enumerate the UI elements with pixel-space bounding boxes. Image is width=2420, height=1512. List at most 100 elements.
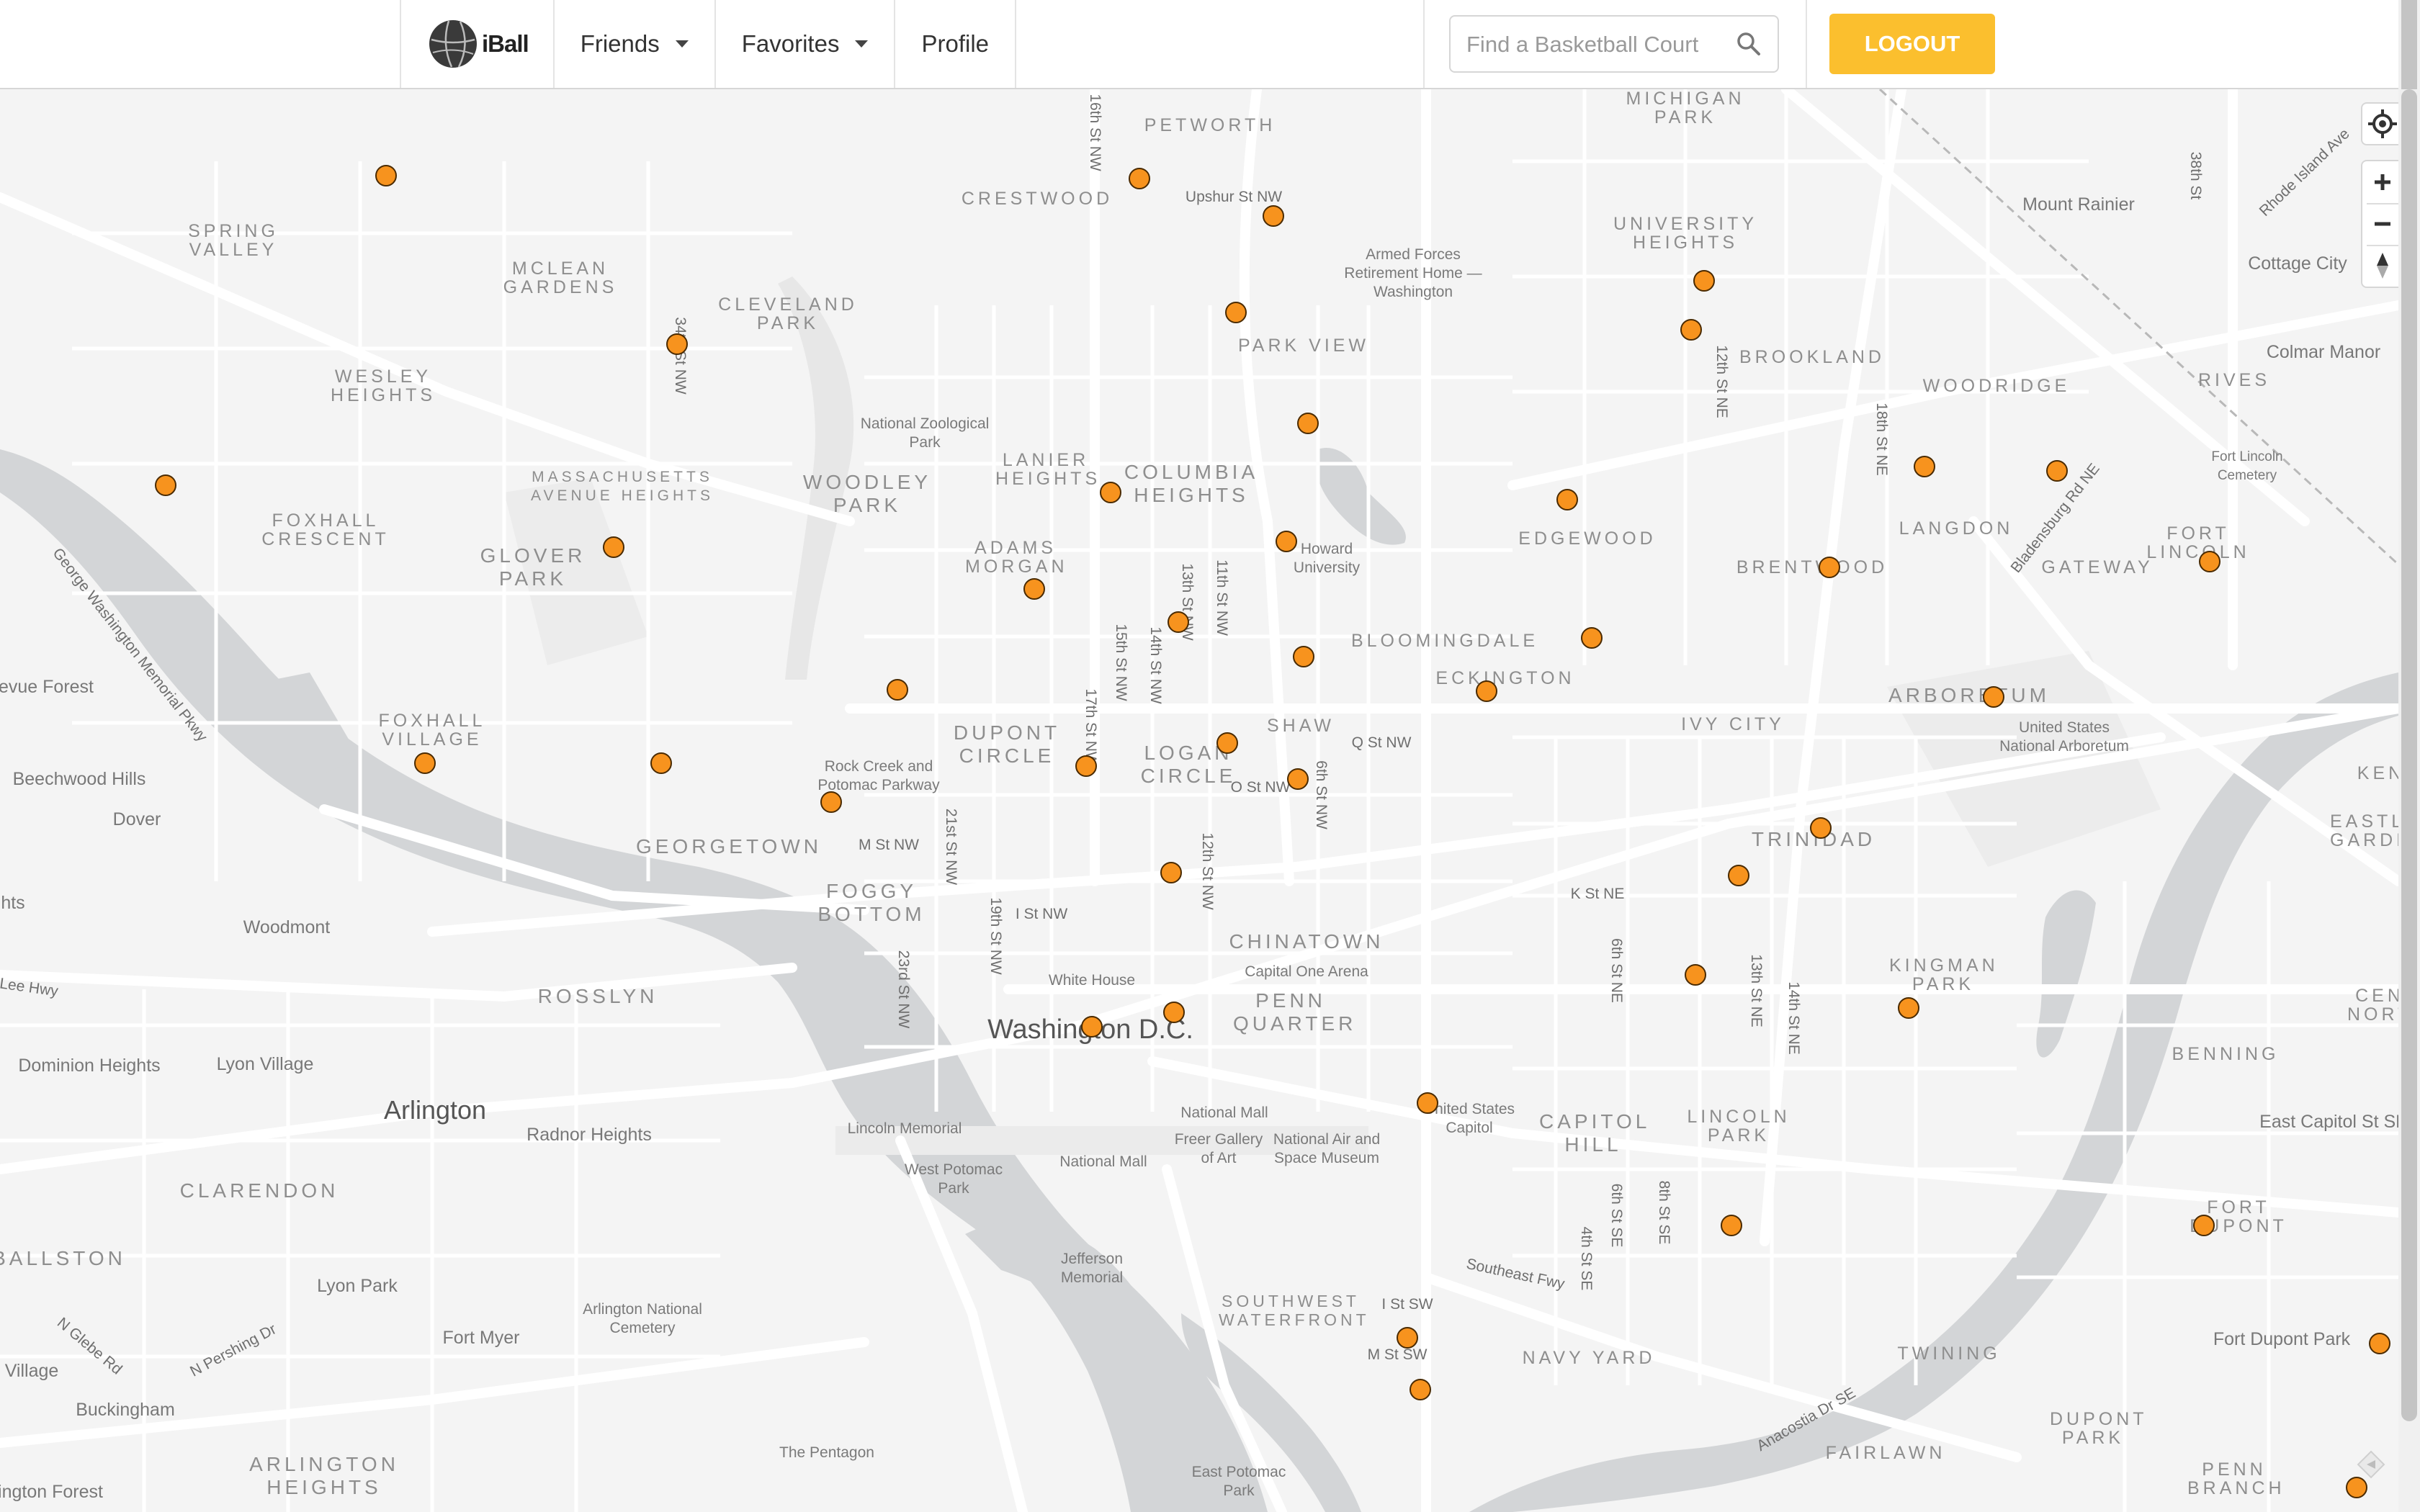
court-marker[interactable]	[1417, 1092, 1438, 1114]
zoom-out-button[interactable]	[2362, 203, 2398, 245]
page-scrollbar[interactable]	[2398, 89, 2420, 1512]
court-marker[interactable]	[1810, 817, 1832, 839]
map-label: BLOOMINGDALE	[1350, 631, 1539, 651]
court-marker[interactable]	[1983, 686, 2004, 708]
map-label: O St NW	[1230, 779, 1291, 796]
court-marker[interactable]	[1914, 456, 1935, 477]
plus-icon	[2375, 174, 2390, 190]
map-label: Village	[4, 1361, 59, 1381]
locate-icon	[2368, 109, 2397, 138]
compass-button[interactable]	[2362, 245, 2398, 287]
map-label: EASTLA GARDE	[2330, 811, 2398, 850]
favorites-label: Favorites	[741, 30, 840, 57]
court-marker[interactable]	[1129, 168, 1150, 189]
map-label: White House	[1048, 972, 1136, 989]
court-marker[interactable]	[1728, 865, 1749, 886]
friends-label: Friends	[580, 30, 660, 57]
map-label: Lyon Village	[216, 1054, 314, 1074]
court-marker[interactable]	[887, 679, 908, 701]
map-label: 18th St NE	[1873, 402, 1890, 476]
court-marker[interactable]	[1225, 302, 1247, 323]
map-attribution-icon[interactable]	[2357, 1450, 2385, 1479]
map-label: NAVY YARD	[1522, 1348, 1656, 1368]
map-label: TWINING	[1897, 1344, 2001, 1364]
map-label: Q St NW	[1351, 734, 1412, 751]
map-label: I St SW	[1381, 1296, 1433, 1313]
logout-button[interactable]: LOGOUT	[1829, 14, 1995, 74]
brand-logo[interactable]: iBall	[400, 0, 553, 88]
court-marker[interactable]	[1819, 557, 1840, 578]
map-label: PARK VIEW	[1237, 336, 1370, 356]
basketball-icon	[429, 20, 477, 68]
court-marker[interactable]	[1276, 531, 1297, 552]
court-marker[interactable]	[1075, 755, 1097, 777]
favorites-dropdown[interactable]: Favorites	[714, 0, 895, 88]
friends-dropdown[interactable]: Friends	[552, 0, 714, 88]
map-label: 8th St SE	[1656, 1180, 1672, 1245]
search-icon[interactable]	[1736, 31, 1762, 57]
court-marker[interactable]	[1081, 1016, 1103, 1038]
map-label: SHAW	[1266, 716, 1335, 736]
tidal-basin	[965, 1221, 1167, 1357]
map-label: East Potomac Park	[1191, 1464, 1286, 1499]
map-label: M St NW	[859, 837, 919, 853]
geolocate-button[interactable]	[2362, 104, 2398, 144]
court-marker[interactable]	[1685, 964, 1706, 986]
court-marker[interactable]	[1556, 489, 1578, 510]
map-label: CAPITOL HILL	[1539, 1110, 1651, 1156]
court-marker[interactable]	[1216, 732, 1238, 754]
court-marker[interactable]	[414, 752, 436, 774]
map-label: 15th St NW	[1113, 624, 1129, 701]
court-marker[interactable]	[1160, 862, 1182, 883]
map-label: Jefferson Memorial	[1060, 1251, 1124, 1286]
anacostia-river	[1469, 672, 2398, 1512]
zoom-in-button[interactable]	[2362, 161, 2398, 203]
court-marker[interactable]	[1163, 1002, 1185, 1023]
court-marker[interactable]	[666, 333, 688, 355]
court-marker[interactable]	[650, 752, 672, 774]
court-marker[interactable]	[2199, 551, 2220, 572]
court-marker[interactable]	[2193, 1215, 2215, 1236]
court-marker[interactable]	[1287, 768, 1309, 790]
court-search-input[interactable]	[1465, 17, 1734, 73]
court-marker[interactable]	[1410, 1379, 1431, 1400]
court-marker[interactable]	[155, 474, 176, 496]
kingman-lake	[2036, 890, 2096, 1058]
court-marker[interactable]	[1680, 319, 1702, 341]
map-label: 6th St NW	[1313, 760, 1330, 829]
courts-map[interactable]: PETWORTH MICHIGAN PARK CRESTWOOD Upshur …	[0, 89, 2398, 1512]
map-label: Mount Rainier	[2022, 194, 2135, 215]
court-marker[interactable]	[1581, 627, 1603, 649]
map-label: BROOKLAND	[1739, 347, 1885, 367]
court-marker[interactable]	[1100, 482, 1121, 503]
minus-icon	[2375, 222, 2390, 226]
map-label: FOGGY BOTTOM	[817, 880, 926, 925]
court-marker[interactable]	[1293, 646, 1314, 667]
scrollbar-thumb[interactable]	[2401, 89, 2417, 1421]
map-label: ARLINGTON HEIGHTS	[249, 1453, 399, 1498]
court-marker[interactable]	[2046, 460, 2068, 482]
court-marker[interactable]	[603, 536, 624, 558]
court-marker[interactable]	[375, 165, 397, 186]
map-label: IVY CITY	[1681, 714, 1785, 734]
map-label: Beechwood Hills	[12, 769, 146, 789]
court-marker[interactable]	[1476, 680, 1497, 702]
map-label: National Mall	[1059, 1153, 1147, 1170]
court-marker[interactable]	[1397, 1327, 1418, 1349]
court-marker[interactable]	[1297, 413, 1319, 434]
court-marker[interactable]	[1023, 578, 1045, 600]
map-label: I St NW	[1015, 906, 1068, 922]
compass-icon	[2377, 253, 2388, 279]
court-marker[interactable]	[1693, 270, 1715, 292]
court-marker[interactable]	[1263, 205, 1284, 227]
map-label: CLEVELAND PARK	[718, 294, 858, 333]
map-label: National Zoological Park	[860, 415, 990, 451]
court-marker[interactable]	[2369, 1333, 2390, 1354]
map-label: ECKINGTON	[1435, 668, 1575, 688]
court-marker[interactable]	[820, 791, 842, 813]
court-marker[interactable]	[1721, 1215, 1742, 1236]
court-marker[interactable]	[1168, 611, 1189, 633]
profile-link[interactable]: Profile	[894, 0, 1017, 88]
court-marker[interactable]	[2346, 1477, 2367, 1498]
court-marker[interactable]	[1898, 997, 1919, 1019]
